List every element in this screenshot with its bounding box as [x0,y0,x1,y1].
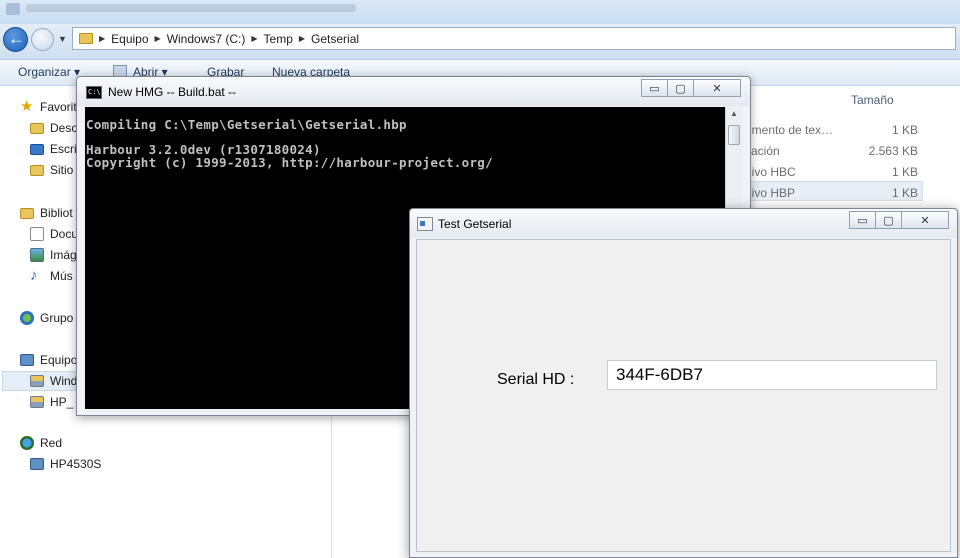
tree-item-libraries[interactable]: Bibliot [20,203,73,223]
file-size: 1 KB [891,165,918,179]
tree-item-images[interactable]: Imág [30,245,77,265]
console-titlebar[interactable]: C:\ New HMG -- Build.bat -- ▭ ▢ ✕ [77,77,750,106]
tree-item-favorites[interactable]: ★ Favorit [20,97,77,117]
forward-button[interactable] [31,28,54,51]
file-type[interactable]: nivo HBP [745,186,795,200]
column-header-size[interactable]: Tamaño [851,93,894,107]
file-size: 1 KB [891,123,918,137]
network-icon [20,436,34,450]
tree-label: Wind [50,374,78,388]
console-line: Copyright (c) 1999-2013, http://harbour-… [86,154,493,170]
computer-icon [20,354,34,366]
tree-item-hp-host[interactable]: HP4530S [30,454,101,474]
music-icon: ♪ [30,267,38,284]
file-type[interactable]: nivo HBC [745,165,796,179]
tree-label: Escri [50,142,77,156]
maximize-button[interactable]: ▢ [667,79,694,97]
tree-item-music[interactable]: ♪ Mús [30,266,73,286]
breadcrumb-windows7[interactable]: Windows7 (C:) [167,32,246,46]
drive-icon [30,396,44,408]
tree-item-homegroup[interactable]: Grupo [20,308,73,328]
folder-icon [30,164,44,176]
back-arrow-icon: ← [8,29,25,48]
console-line: Compiling C:\Temp\Getserial\Getserial.hb… [86,117,407,132]
tree-label: HP_ [50,395,74,409]
minimize-button[interactable]: ▭ [849,211,876,229]
tree-label: Favorit [40,100,77,114]
back-button[interactable]: ← [3,27,28,52]
breadcrumb-temp[interactable]: Temp [264,32,293,46]
close-button[interactable]: ✕ [693,79,741,97]
tree-item-windows-drive[interactable]: Wind [30,371,77,391]
explorer-title-ghost [26,4,356,12]
tree-label: Imág [50,248,77,262]
desktop-icon [30,143,44,155]
tree-item-hp-drive[interactable]: HP_ [30,392,73,412]
breadcrumb-getserial[interactable]: Getserial [311,32,359,46]
breadcrumb-equipo[interactable]: Equipo [111,32,148,46]
test-getserial-window: Test Getserial ▭ ▢ ✕ Serial HD : 344F-6D… [409,208,958,558]
breadcrumb-separator-icon[interactable]: ▶ [251,34,257,43]
breadcrumb-separator-icon[interactable]: ▶ [299,34,305,43]
image-icon [30,248,44,262]
file-size: 1 KB [891,186,918,200]
maximize-button[interactable]: ▢ [875,211,902,229]
tree-label: Equipo [40,353,78,367]
console-title: New HMG -- Build.bat -- [108,85,237,99]
file-type[interactable]: umento de tex… [745,123,833,137]
test-window-titlebar[interactable]: Test Getserial ▭ ▢ ✕ [410,209,957,238]
address-bar[interactable]: ▶ Equipo ▶ Windows7 (C:) ▶ Temp ▶ Getser… [72,27,956,50]
tree-item-sites[interactable]: Sitio [30,160,73,180]
test-window-title: Test Getserial [438,217,512,231]
folder-icon [30,122,44,134]
explorer-titlebar [0,0,960,24]
minimize-button[interactable]: ▭ [641,79,668,97]
file-size: 2.563 KB [868,144,918,158]
serial-hd-label: Serial HD : [497,371,575,388]
app-window-icon [417,217,433,231]
tree-label: Bibliot [40,206,73,220]
organize-button[interactable]: Organizar ▾ [18,65,80,79]
close-button[interactable]: ✕ [901,211,949,229]
breadcrumb-separator-icon[interactable]: ▶ [99,34,105,43]
explorer-window-icon [6,3,20,15]
homegroup-icon [20,311,34,325]
scroll-up-icon[interactable]: ▲ [730,109,738,118]
tree-label: Grupo [40,311,74,325]
folder-icon [79,33,93,44]
tree-item-network[interactable]: Red [20,433,62,453]
star-icon: ★ [20,98,34,115]
tree-label: Red [40,436,63,450]
document-icon [30,227,44,241]
breadcrumb-separator-icon[interactable]: ▶ [155,34,161,43]
test-window-client: Serial HD : 344F-6DB7 [416,239,951,552]
tree-item-escritorio[interactable]: Escri [30,139,77,159]
tree-item-documents[interactable]: Docu [30,224,78,244]
tree-label: Docu [50,227,79,241]
drive-icon [30,375,44,387]
console-icon: C:\ [86,86,102,99]
tree-item-computer[interactable]: Equipo [20,350,77,370]
history-dropdown-icon[interactable]: ▼ [58,34,67,44]
serial-hd-field[interactable]: 344F-6DB7 [607,360,937,390]
tree-label: HP4530S [50,457,102,471]
tree-label: Sitio [50,163,74,177]
scrollbar-thumb[interactable] [728,125,740,145]
library-icon [20,207,34,219]
computer-icon [30,458,44,470]
tree-label: Mús [50,269,73,283]
